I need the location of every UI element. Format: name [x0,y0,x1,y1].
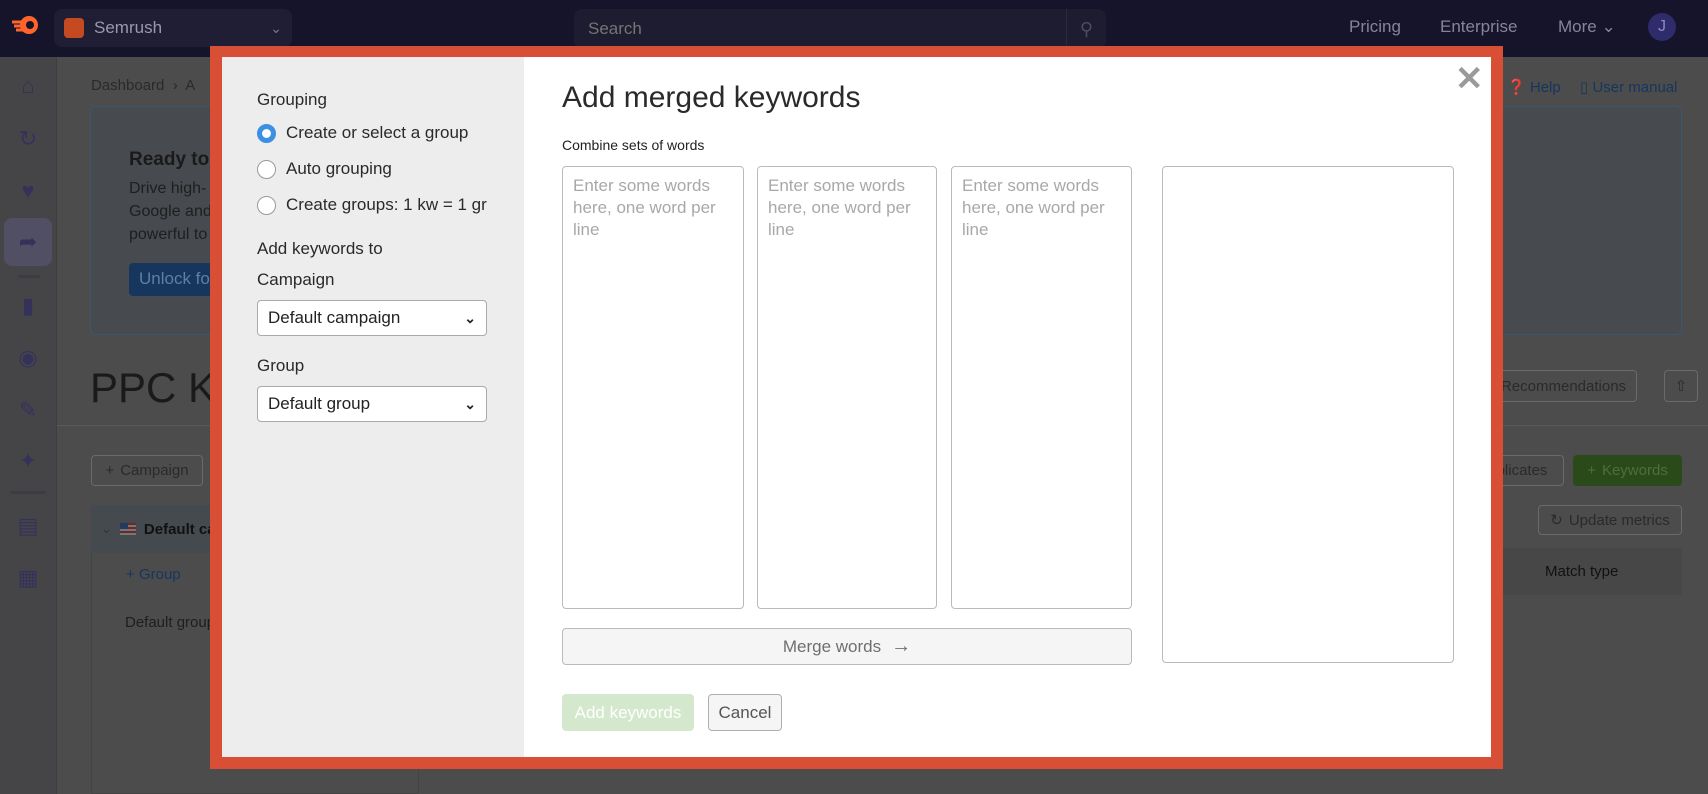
radio-label: Auto grouping [286,159,392,178]
merged-result-textarea[interactable] [1162,166,1454,663]
combine-label: Combine sets of words [562,137,705,153]
us-flag-icon [119,523,136,535]
sidebar-divider [18,275,40,278]
add-keywords-to-label: Add keywords to [257,239,383,258]
analytics-icon[interactable]: ▮ [14,292,42,320]
campaign-select[interactable]: Default campaign ⌄ [257,300,487,336]
help-link[interactable]: ❓ Help [1507,78,1561,96]
words-textarea-3[interactable] [951,166,1132,609]
radio-button[interactable] [257,195,276,215]
sidebar-divider [10,491,46,494]
recommendations-label: Recommendations [1500,377,1627,395]
add-group-link[interactable]: + Group [126,566,181,583]
help-label: Help [1529,79,1561,96]
refresh-icon: ↻ [1550,512,1563,529]
local-icon[interactable]: ♥ [14,177,42,205]
breadcrumb: Dashboard › A [91,77,196,94]
search-bar[interactable]: ⚲ [574,9,1106,49]
chevron-down-icon: ⌄ [1601,17,1616,36]
project-icon [64,18,84,38]
export-icon: ⇧ [1674,378,1688,395]
add-keywords-button[interactable]: Add keywords [562,694,694,731]
chevron-down-icon: ⌄ [464,309,476,326]
nav-pricing[interactable]: Pricing [1349,17,1401,37]
match-type-header[interactable]: Match type [1545,563,1618,580]
breadcrumb-current[interactable]: A [185,77,195,94]
radio-label: Create groups: 1 kw = 1 gr [286,195,487,214]
seo-icon[interactable]: ↻ [14,125,42,153]
radio-auto-grouping[interactable]: Auto grouping [257,159,392,179]
chevron-down-icon: ⌄ [464,395,476,412]
add-keywords-label: Add keywords [574,702,682,722]
add-group-label: Group [138,566,181,583]
breadcrumb-dashboard[interactable]: Dashboard [91,77,164,94]
group-label: Group [257,356,305,375]
group-select[interactable]: Default group ⌄ [257,386,487,422]
chevron-down-icon[interactable]: ⌄ [101,521,112,537]
nav-more[interactable]: More ⌄ [1558,17,1616,37]
group-select-value: Default group [268,394,371,413]
modal-title: Add merged keywords [562,81,861,114]
export-button[interactable]: ⇧ [1664,370,1698,402]
words-textarea-1[interactable] [562,166,744,609]
add-keywords-bg-button[interactable]: + Keywords [1573,455,1682,486]
add-keywords-bg-label: Keywords [1601,462,1668,479]
duplicates-label: plicates [1496,462,1548,479]
document-icon[interactable]: ▤ [14,512,42,540]
grouping-panel: Grouping Create or select a group Auto g… [222,57,524,757]
words-textarea-2[interactable] [757,166,937,609]
table-header: Match type [1503,548,1682,595]
cancel-label: Cancel [718,702,772,722]
pencil-icon[interactable]: ✎ [14,396,42,424]
sidebar: ⌂ ↻ ♥ ➦ ▮ ◉ ✎ ✦ ▤ ▦ [0,57,57,794]
advertising-icon[interactable]: ➦ [4,218,52,266]
apps-grid-icon[interactable]: ▦ [14,564,42,592]
close-icon[interactable]: ✕ [1455,62,1484,96]
campaign-name: Default ca [143,520,216,538]
banner-line: Drive high- [129,180,207,197]
recommendations-button[interactable]: Recommendations [1490,370,1637,402]
book-icon: ▯ [1580,79,1589,96]
grouping-label: Grouping [257,90,327,109]
add-campaign-button[interactable]: + Campaign [91,455,203,486]
search-input[interactable] [588,19,1028,39]
home-icon[interactable]: ⌂ [14,72,42,100]
campaign-select-value: Default campaign [268,308,401,327]
avatar[interactable]: J [1648,13,1676,41]
location-pin-icon[interactable]: ◉ [14,344,42,372]
nav-enterprise[interactable]: Enterprise [1440,17,1517,37]
plus-icon: + [1587,462,1596,479]
nav-more-label: More [1558,17,1597,36]
project-selector[interactable]: Semrush ⌄ [54,9,292,47]
radio-button[interactable] [257,123,276,143]
add-merged-keywords-modal: Grouping Create or select a group Auto g… [222,57,1491,757]
radio-button[interactable] [257,159,276,179]
ai-sparkle-icon[interactable]: ✦ [14,447,42,475]
banner-title: Ready to [129,149,210,170]
banner-line: powerful to [129,226,208,243]
cancel-button[interactable]: Cancel [708,694,782,731]
search-icon[interactable]: ⚲ [1066,9,1106,49]
user-manual-link[interactable]: ▯ User manual [1580,78,1677,96]
project-name: Semrush [94,18,163,37]
campaign-label: Campaign [257,270,335,289]
banner-line: Google and [129,203,212,220]
chevron-down-icon: ⌄ [270,19,282,36]
radio-label: Create or select a group [286,123,469,142]
user-manual-label: User manual [1592,79,1678,96]
merge-words-label: Merge words [782,636,882,656]
merge-words-button[interactable]: Merge words → [562,628,1132,665]
plus-icon: + [105,462,115,479]
semrush-logo-icon[interactable] [10,14,40,36]
radio-create-or-select-group[interactable]: Create or select a group [257,123,468,143]
update-metrics-label: Update metrics [1568,511,1670,529]
group-row[interactable]: Default group [125,614,215,631]
radio-one-kw-per-group[interactable]: Create groups: 1 kw = 1 gr [257,195,487,215]
add-campaign-label: Campaign [120,462,189,479]
arrow-right-icon: → [891,635,912,657]
update-metrics-button[interactable]: ↻ Update metrics [1538,505,1682,535]
